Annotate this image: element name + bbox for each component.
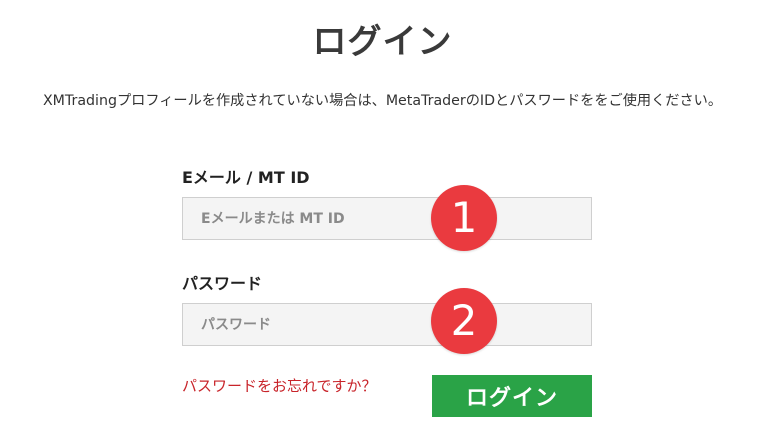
intro-text: XMTradingプロフィールを作成されていない場合は、MetaTraderのI… bbox=[42, 93, 723, 109]
page-title: ログイン bbox=[312, 22, 453, 62]
password-field-label: パスワード bbox=[182, 274, 263, 293]
password-field[interactable] bbox=[182, 303, 592, 346]
email-field-label: Eメール / MT ID bbox=[182, 168, 310, 187]
forgot-password-link[interactable]: パスワードをお忘れですか？ bbox=[182, 375, 377, 396]
login-button[interactable]: ログイン bbox=[432, 375, 592, 417]
step-1-badge: 1 bbox=[431, 185, 497, 251]
email-field[interactable] bbox=[182, 197, 592, 240]
step-2-badge: 2 bbox=[431, 288, 497, 354]
